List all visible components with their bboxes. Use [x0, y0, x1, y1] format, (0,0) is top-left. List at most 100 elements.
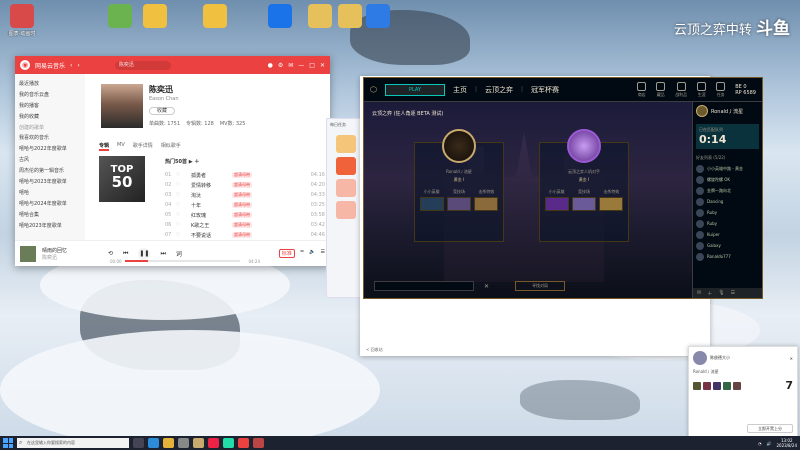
nav-profile[interactable]: 生涯	[697, 81, 707, 98]
friend-row[interactable]: Ronaldo777	[693, 251, 762, 262]
tab-albums[interactable]: 专辑	[99, 142, 110, 151]
song-row[interactable]: 03 ♡ 淘汰 超清母带 04:33	[165, 190, 325, 200]
friend-row[interactable]: Dancing	[693, 196, 762, 207]
nav-missions[interactable]: 任务	[716, 81, 726, 98]
like-icon[interactable]: ♡	[176, 202, 188, 208]
desktop-icon[interactable]	[135, 4, 175, 28]
taskbar-app-icon[interactable]	[238, 438, 249, 448]
edge-icon[interactable]	[148, 438, 159, 448]
volume-icon[interactable]: 🔈	[309, 249, 315, 258]
sidebar-item[interactable]: 我的收藏	[19, 112, 81, 123]
desktop-icon[interactable]	[358, 4, 398, 28]
mic-icon[interactable]: 🎙	[718, 290, 724, 296]
network-icon[interactable]: ◔	[758, 441, 762, 446]
play-pause-icon[interactable]: ❚❚	[138, 247, 151, 260]
self-profile[interactable]: Ronald丿流星	[693, 102, 762, 120]
lyrics-icon[interactable]: 词	[176, 249, 182, 258]
play-all-icon[interactable]: ▶	[189, 159, 193, 165]
nav-home[interactable]: 主页	[453, 85, 467, 95]
loadout-slot[interactable]: 竞技场	[446, 189, 471, 211]
desktop-icon[interactable]: 图表-动画时	[2, 4, 42, 37]
close-icon[interactable]: ✕	[790, 356, 793, 361]
sidebar-item[interactable]: 我的播客	[19, 101, 81, 112]
like-icon[interactable]: ♡	[176, 192, 188, 198]
friend-row[interactable]: 金牌一路向北	[693, 185, 762, 196]
favorite-button[interactable]: 收藏	[149, 107, 175, 115]
taskbar-app-icon[interactable]	[223, 438, 234, 448]
nav-collection[interactable]: 藏品	[656, 81, 666, 98]
now-playing-cover[interactable]	[20, 245, 36, 262]
friend-row[interactable]: Ruby	[693, 207, 762, 218]
like-icon[interactable]: ♡	[176, 172, 188, 178]
panel-tile[interactable]	[336, 179, 356, 197]
desktop-icon[interactable]	[195, 4, 235, 28]
friend-row[interactable]: 小小英雄中路 - 黄金	[693, 163, 762, 174]
quality-badge[interactable]: 标准	[278, 249, 295, 258]
settings-icon[interactable]: ⚙	[278, 62, 283, 69]
friend-row[interactable]: Galaxy	[693, 240, 762, 251]
volume-icon[interactable]: 🔊	[767, 441, 772, 446]
song-row[interactable]: 06 ♡ K歌之王 超清母带 03:42	[165, 220, 325, 230]
player-card[interactable]: Ronald丿流星 黄金 I 小小英雄 竞技场 击杀特效	[414, 129, 504, 242]
like-icon[interactable]: ♡	[176, 232, 188, 238]
playlist-item[interactable]: 嘻哈	[19, 188, 81, 199]
playlist-icon[interactable]: ☰	[321, 249, 325, 258]
windows-start-icon[interactable]	[3, 438, 13, 448]
playlist-item[interactable]: 古风	[19, 155, 81, 166]
playlist-item[interactable]: 嘻哈2023年度歌单	[19, 221, 81, 232]
playlist-item[interactable]: 周杰伦的第一辑音乐	[19, 166, 81, 177]
effects-icon[interactable]: ♒	[300, 249, 304, 258]
player-card[interactable]: 云顶之弈人机对手 黄金 I 小小英雄 竞技场 击杀特效	[539, 129, 629, 242]
playlist-item[interactable]: 嘻哈与2024年度歌单	[19, 199, 81, 210]
menu-icon[interactable]: ☰	[731, 290, 735, 296]
song-row[interactable]: 02 ♡ 爱情转移 超清母带 04:20	[165, 180, 325, 190]
song-row[interactable]: 07 ♡ 不要说话 超清母带 04:46	[165, 230, 325, 240]
taskbar-app-icon[interactable]	[193, 438, 204, 448]
add-friend-icon[interactable]: ＋	[707, 290, 712, 297]
progress-bar[interactable]	[125, 260, 240, 262]
like-icon[interactable]: ♡	[176, 222, 188, 228]
sidebar-item[interactable]: 最近播放	[19, 79, 81, 90]
loadout-slot[interactable]: 击杀特效	[474, 189, 499, 211]
song-row[interactable]: 04 ♡ 十年 超清母带 03:25	[165, 200, 325, 210]
like-icon[interactable]: ♡	[176, 212, 188, 218]
tab-similar[interactable]: 相似歌手	[161, 142, 181, 151]
find-match-button[interactable]: 寻找对局	[515, 281, 566, 291]
playlist-item[interactable]: 我喜欢的音乐	[19, 133, 81, 144]
playlist-item[interactable]: 嘻哈与2022年度歌单	[19, 144, 81, 155]
song-row[interactable]: 05 ♡ 红玫瑰 超清母带 03:58	[165, 210, 325, 220]
loop-icon[interactable]: ⟲	[108, 250, 113, 257]
search-input[interactable]: 陈奕迅	[114, 60, 171, 70]
nav-tournament[interactable]: 冠军杯赛	[531, 85, 559, 95]
desktop-icon[interactable]	[260, 4, 300, 28]
maximize-icon[interactable]: □	[309, 62, 315, 69]
forward-icon[interactable]: ›	[77, 62, 79, 69]
top50-cover[interactable]: TOP 50	[99, 156, 145, 202]
panel-tile[interactable]	[336, 157, 356, 175]
tab-details[interactable]: 歌手详情	[133, 142, 153, 151]
tab-mv[interactable]: MV	[117, 142, 125, 151]
friends-header[interactable]: 好友列表 (5/22)	[693, 153, 762, 163]
sheet-footer[interactable]: < 回收站	[366, 347, 383, 353]
chat-icon[interactable]: ✉	[697, 290, 701, 296]
close-icon[interactable]: ✕	[320, 62, 325, 69]
taskbar-app-icon[interactable]	[208, 438, 219, 448]
lol-play-button[interactable]: PLAY	[384, 83, 445, 96]
loadout-slot[interactable]: 击杀特效	[599, 189, 624, 211]
friend-row[interactable]: Ruby	[693, 218, 762, 229]
nav-tft[interactable]: 云顶之弈	[485, 85, 513, 95]
like-icon[interactable]: ♡	[176, 182, 188, 188]
sidebar-item[interactable]: 我的音乐云盘	[19, 90, 81, 101]
task-view-icon[interactable]	[133, 438, 144, 448]
nav-loot[interactable]: 战利品	[675, 81, 687, 98]
next-icon[interactable]: ⏭	[160, 250, 165, 258]
friend-row[interactable]: 螺旋陀螺 OK	[693, 174, 762, 185]
loadout-slot[interactable]: 小小英雄	[419, 189, 444, 211]
playlist-item[interactable]: 嘻哈与2023年度歌单	[19, 177, 81, 188]
loadout-slot[interactable]: 小小英雄	[544, 189, 569, 211]
clock[interactable]: 13:02 2023/8/24	[776, 438, 797, 448]
nav-store[interactable]: 商店	[637, 81, 647, 98]
mail-icon[interactable]: ✉	[288, 62, 293, 69]
taskbar-app-icon[interactable]	[178, 438, 189, 448]
taskbar-app-icon[interactable]	[253, 438, 264, 448]
